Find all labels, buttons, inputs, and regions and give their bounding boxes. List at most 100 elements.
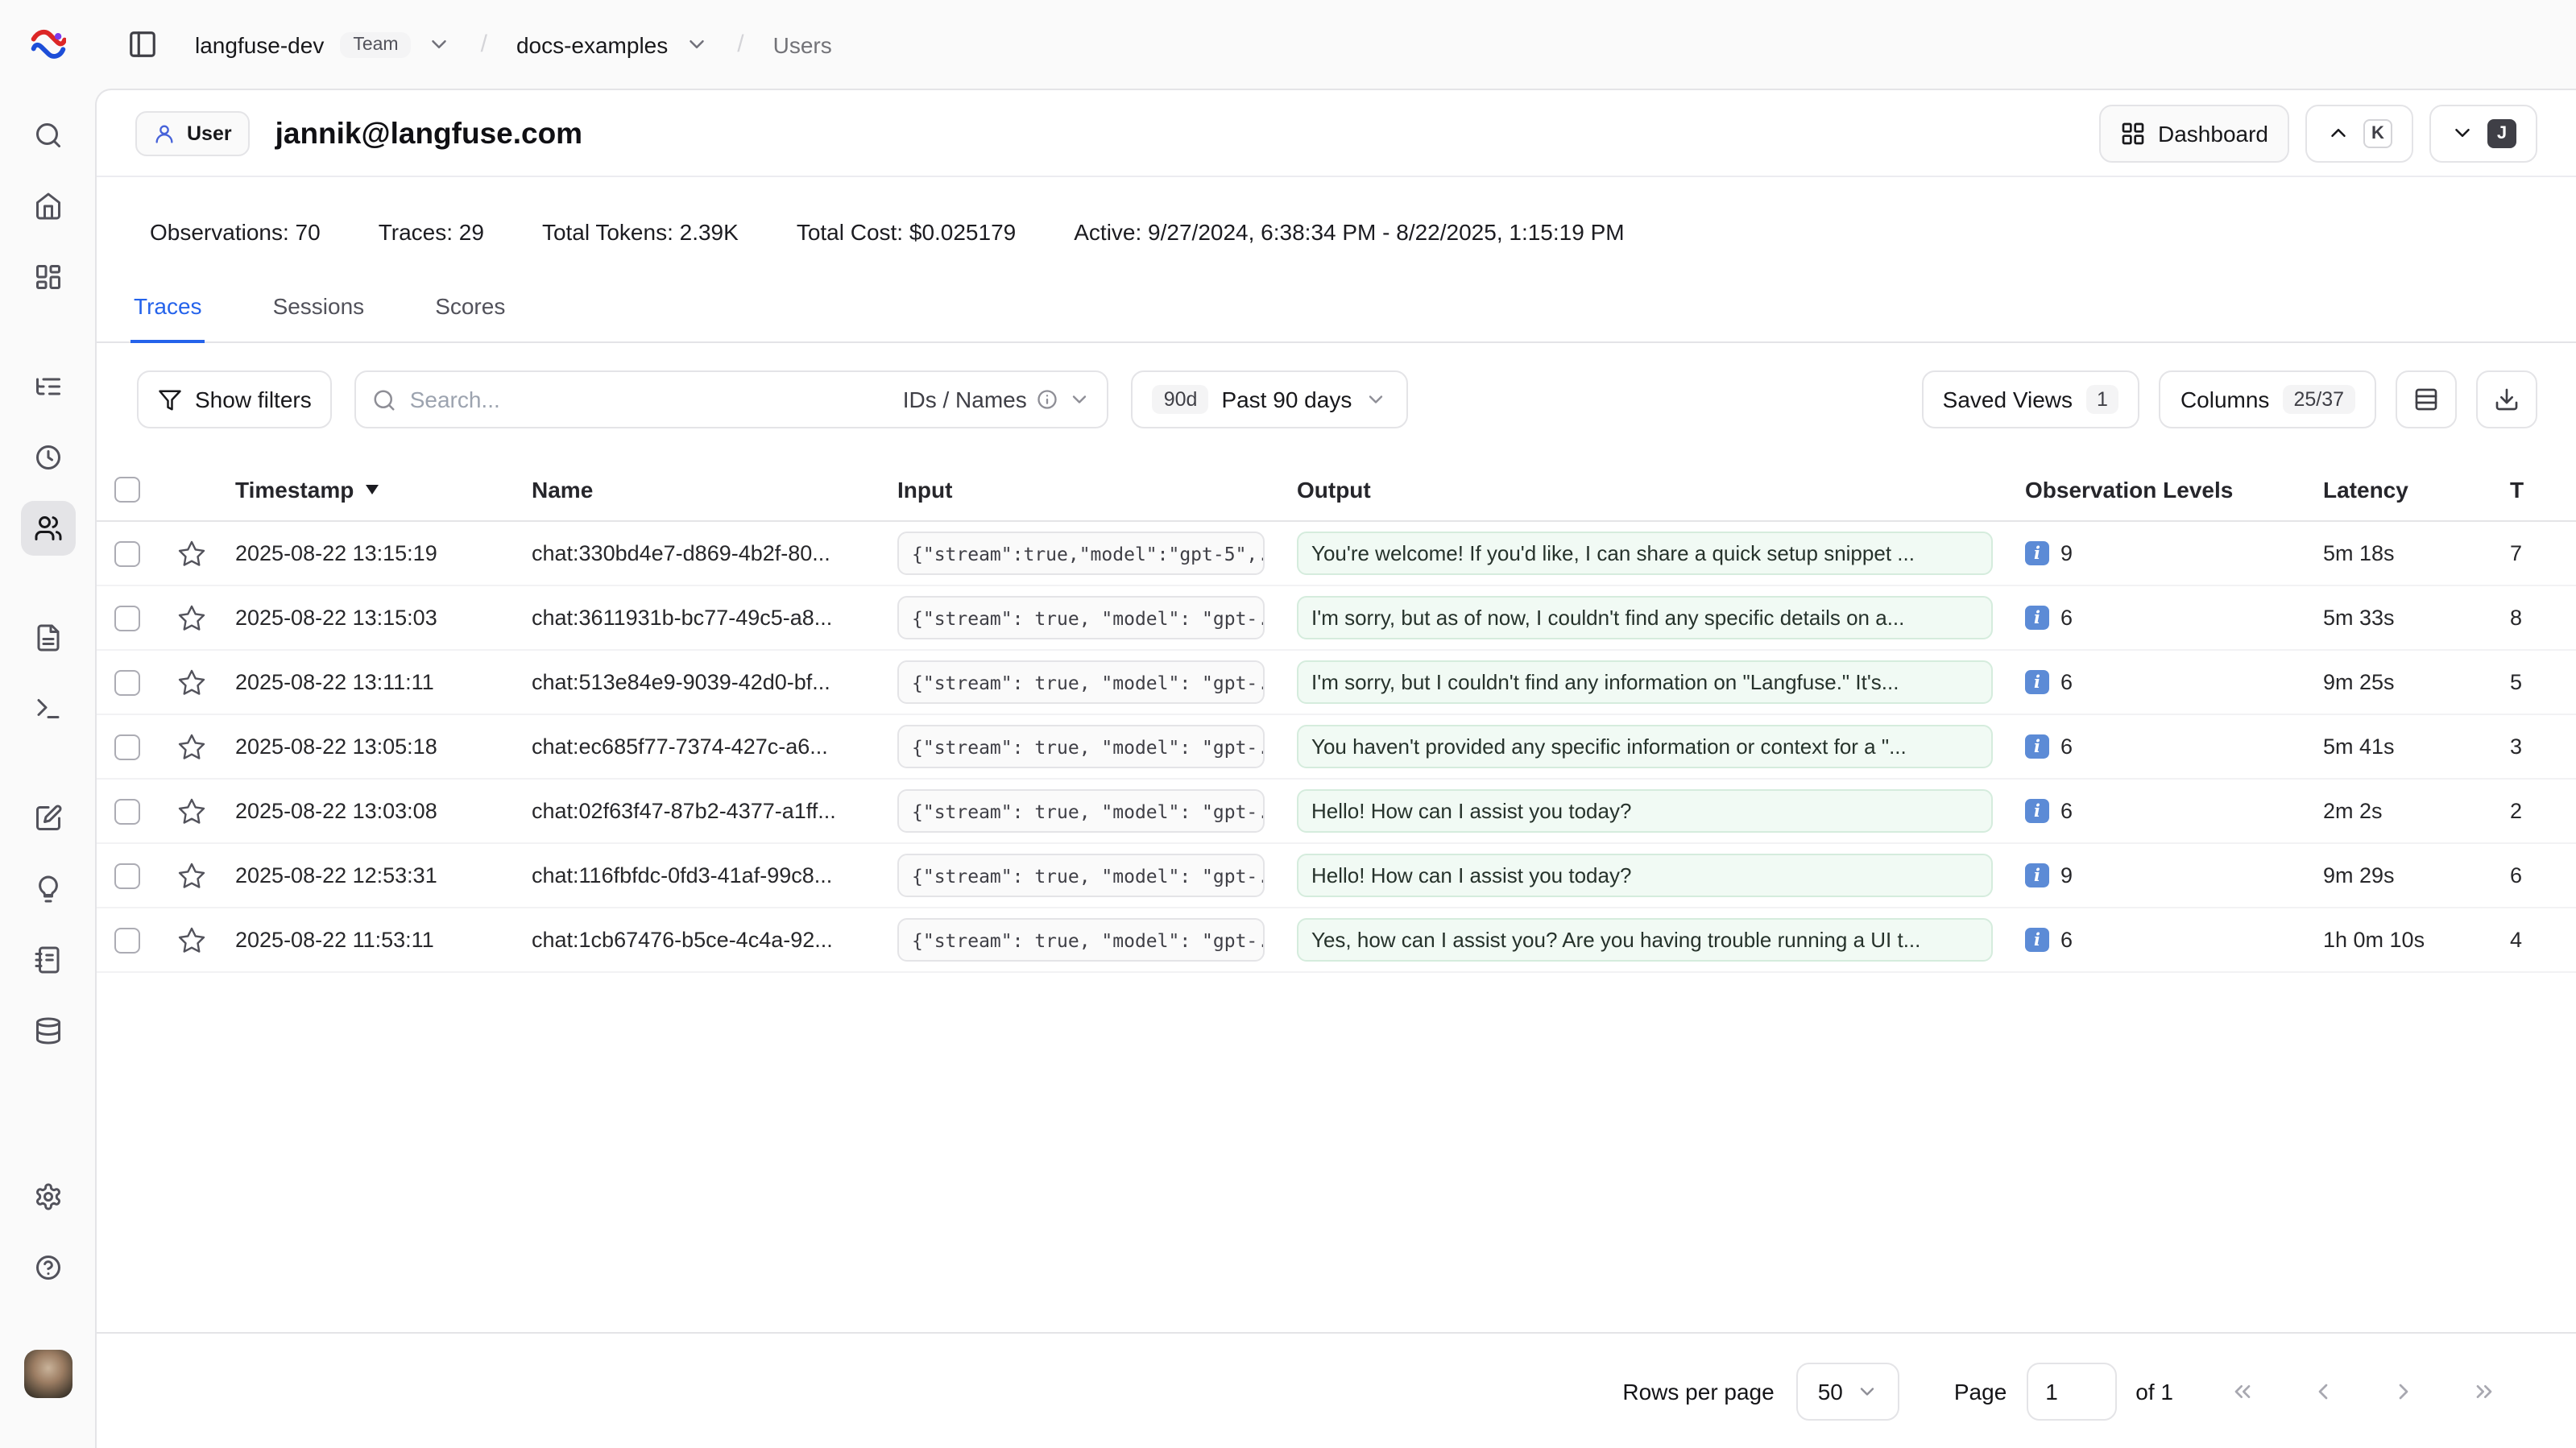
latency-cell: 9m 25s [2310,670,2487,694]
table-row[interactable]: 2025-08-22 11:53:11 chat:1cb67476-b5ce-4… [97,908,2576,973]
table-row[interactable]: 2025-08-22 13:05:18 chat:ec685f77-7374-4… [97,715,2576,780]
row-checkbox[interactable] [114,927,140,953]
row-checkbox[interactable] [114,734,140,759]
organization-type-badge: Team [340,31,411,57]
trace-name-cell: chat:02f63f47-87b2-4377-a1ff... [519,799,884,823]
sidebar-item-datasets[interactable] [20,1003,75,1058]
column-header-latency[interactable]: Latency [2310,476,2487,502]
output-cell: You haven't provided any specific inform… [1297,725,1993,768]
table-row[interactable]: 2025-08-22 12:53:31 chat:116fbfdc-0fd3-4… [97,844,2576,908]
output-cell: You're welcome! If you'd like, I can sha… [1297,532,1993,575]
dashboard-button[interactable]: Dashboard [2098,104,2289,162]
star-icon[interactable] [177,732,206,761]
sidebar [0,0,95,1448]
search-input[interactable] [410,387,890,412]
sidebar-item-sessions[interactable] [20,430,75,485]
column-header-timestamp[interactable]: Timestamp [222,476,519,502]
sidebar-item-home[interactable] [20,179,75,234]
sidebar-item-users[interactable] [20,501,75,556]
truncated-cell: 6 [2487,863,2576,887]
observation-levels-cell: 9 [2012,541,2310,565]
info-level-icon [2025,863,2049,887]
chevron-left-icon [2310,1378,2336,1404]
next-user-button[interactable]: J [2429,104,2537,162]
column-header-truncated[interactable]: T [2487,476,2576,502]
sidebar-item-judge[interactable] [20,862,75,916]
previous-user-button[interactable]: K [2305,104,2413,162]
next-page-button[interactable] [2376,1363,2431,1418]
sidebar-item-support[interactable] [20,1240,75,1295]
star-icon[interactable] [177,539,206,568]
sidebar-toggle-button[interactable] [118,20,166,68]
tab-sessions[interactable]: Sessions [270,293,368,343]
tab-scores[interactable]: Scores [432,293,508,343]
home-icon [33,192,62,221]
output-cell: I'm sorry, but as of now, I couldn't fin… [1297,596,1993,639]
sidebar-item-tracing[interactable] [20,359,75,414]
info-level-icon [2025,606,2049,630]
search-scope-dropdown[interactable]: IDs / Names [903,387,1091,412]
table-row[interactable]: 2025-08-22 13:15:03 chat:3611931b-bc77-4… [97,586,2576,651]
last-page-button[interactable] [2457,1363,2512,1418]
tab-traces[interactable]: Traces [130,293,205,343]
sidebar-item-evaluation[interactable] [20,791,75,846]
row-checkbox[interactable] [114,540,140,566]
chevron-down-icon[interactable] [684,32,708,56]
file-text-icon [33,623,62,652]
breadcrumb-organization[interactable]: langfuse-dev [195,31,324,57]
column-header-observation-levels[interactable]: Observation Levels [2012,476,2310,502]
export-button[interactable] [2476,370,2537,428]
search-icon [33,121,62,150]
previous-page-button[interactable] [2296,1363,2350,1418]
input-cell: {"stream": true, "model": "gpt-... [897,725,1265,768]
truncated-cell: 2 [2487,799,2576,823]
observation-levels-cell: 9 [2012,863,2310,887]
info-level-icon [2025,541,2049,565]
star-icon[interactable] [177,796,206,825]
sidebar-item-settings[interactable] [20,1169,75,1224]
row-checkbox[interactable] [114,798,140,824]
shortcut-key-k: K [2363,118,2392,147]
column-header-input[interactable]: Input [884,476,1284,502]
rows-per-page-select[interactable]: 50 [1797,1362,1899,1420]
star-icon[interactable] [177,668,206,697]
chevrons-right-icon [2471,1378,2497,1404]
sidebar-item-search[interactable] [20,108,75,163]
column-header-name[interactable]: Name [519,476,884,502]
latency-cell: 5m 33s [2310,606,2487,630]
trace-name-cell: chat:330bd4e7-d869-4b2f-80... [519,541,884,565]
column-header-output[interactable]: Output [1284,476,2012,502]
star-icon[interactable] [177,603,206,632]
breadcrumb-current-page: Users [773,31,832,57]
first-page-button[interactable] [2215,1363,2270,1418]
columns-button[interactable]: Columns 25/37 [2160,370,2376,428]
row-checkbox[interactable] [114,863,140,888]
table-row[interactable]: 2025-08-22 13:11:11 chat:513e84e9-9039-4… [97,651,2576,715]
sidebar-item-playground[interactable] [20,681,75,736]
time-range-button[interactable]: 90d Past 90 days [1132,370,1409,428]
chevron-down-icon[interactable] [428,32,452,56]
sidebar-item-prompts[interactable] [20,610,75,665]
breadcrumb-separator [737,31,743,58]
download-icon [2494,387,2520,412]
star-icon[interactable] [177,925,206,954]
table-row[interactable]: 2025-08-22 13:03:08 chat:02f63f47-87b2-4… [97,780,2576,844]
langfuse-logo[interactable] [30,26,65,61]
latency-cell: 9m 29s [2310,863,2487,887]
show-filters-button[interactable]: Show filters [137,370,333,428]
page-label: Page [1954,1378,2007,1404]
row-checkbox[interactable] [114,605,140,631]
saved-views-button[interactable]: Saved Views 1 [1922,370,2140,428]
sidebar-item-dashboards[interactable] [20,250,75,304]
select-all-checkbox[interactable] [114,476,140,502]
star-icon[interactable] [177,861,206,890]
row-height-button[interactable] [2396,370,2457,428]
row-checkbox[interactable] [114,669,140,695]
table-row[interactable]: 2025-08-22 13:15:19 chat:330bd4e7-d869-4… [97,522,2576,586]
breadcrumb-project[interactable]: docs-examples [516,31,668,57]
pagination [2215,1363,2512,1418]
sidebar-item-annotation[interactable] [20,933,75,987]
user-avatar[interactable] [23,1350,72,1398]
truncated-cell: 4 [2487,928,2576,952]
page-number-input[interactable] [2026,1362,2116,1420]
